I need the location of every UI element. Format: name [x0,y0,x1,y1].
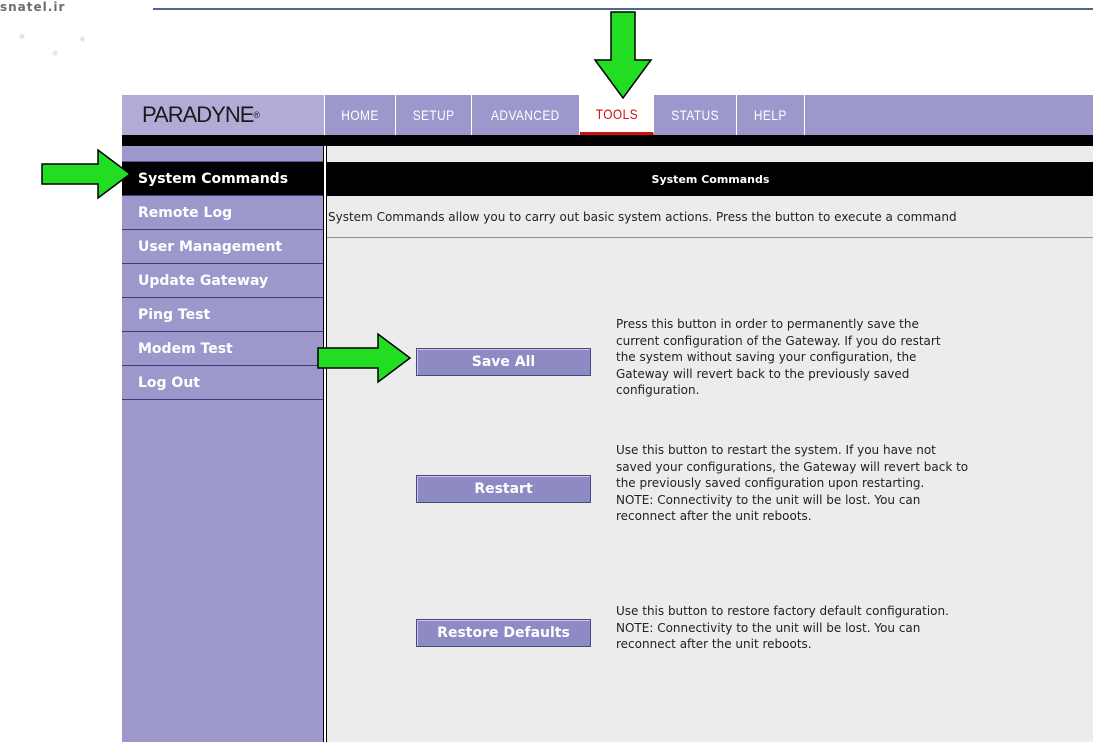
logo-text: PARADYNE [142,102,254,127]
sidebar-item-remote-log[interactable]: Remote Log [122,196,323,230]
restart-description: Use this button to restart the system. I… [616,442,1056,525]
sidebar-spacer [122,146,323,162]
restore-defaults-label: Restore Defaults [437,625,570,641]
top-nav: HOME SETUP ADVANCED TOOLS STATUS HELP [325,95,805,135]
sidebar-item-label: Log Out [138,374,200,391]
nav-advanced[interactable]: ADVANCED [472,95,580,135]
right-arrow-icon [317,332,412,384]
description-line: NOTE: Connectivity to the unit will be l… [616,492,921,507]
page-title: System Commands [327,162,1093,196]
watermark-pattern [0,20,110,75]
description-line: current configuration of the Gateway. If… [616,333,941,348]
nav-setup-label: SETUP [412,107,455,123]
header-divider-bar [122,135,1093,146]
save-all-label: Save All [471,354,536,370]
nav-setup[interactable]: SETUP [396,95,472,135]
sidebar-item-modem-test[interactable]: Modem Test [122,332,323,366]
sidebar-item-user-management[interactable]: User Management [122,230,323,264]
nav-help[interactable]: HELP [737,95,805,135]
nav-home-label: HOME [341,107,379,123]
restart-button[interactable]: Restart [416,475,591,503]
description-line: configuration. [616,383,700,397]
nav-status-label: STATUS [671,107,719,123]
watermark-text: snatel.ir [0,0,66,14]
nav-filler [805,95,1093,135]
description-line: NOTE: Connectivity to the unit will be l… [616,620,921,635]
sidebar-item-ping-test[interactable]: Ping Test [122,298,323,332]
nav-tools[interactable]: TOOLS [580,95,654,135]
description-line: reconnect after the unit reboots. [616,509,812,523]
header: PARADYNE ® HOME SETUP ADVANCED TOOLS STAT… [122,95,1093,135]
down-arrow-icon [593,11,653,100]
description-line: Gateway will revert back to the previous… [616,366,910,381]
description-line: Use this button to restore factory defau… [616,604,949,618]
sidebar-item-label: System Commands [138,170,289,187]
description-line: the system without saving your configura… [616,350,917,364]
save-all-description: Press this button in order to permanentl… [616,316,1056,399]
nav-status[interactable]: STATUS [654,95,737,135]
paradyne-logo: PARADYNE ® [122,95,325,135]
description-line: reconnect after the unit reboots. [616,637,812,651]
nav-advanced-label: ADVANCED [491,107,560,123]
description-line: saved your configurations, the Gateway w… [616,459,969,474]
sidebar: System Commands Remote Log User Manageme… [122,146,324,742]
main-panel: System Commands System Commands allow yo… [326,146,1093,742]
sidebar-item-label: Update Gateway [138,272,269,289]
save-all-button[interactable]: Save All [416,348,591,376]
restore-defaults-button[interactable]: Restore Defaults [416,619,591,647]
sidebar-item-system-commands[interactable]: System Commands [122,162,323,196]
nav-home[interactable]: HOME [325,95,396,135]
nav-tools-label: TOOLS [595,105,638,122]
logo-mark: ® [253,110,260,120]
intro-text: System Commands allow you to carry out b… [327,196,1093,238]
sidebar-item-update-gateway[interactable]: Update Gateway [122,264,323,298]
sidebar-item-label: Remote Log [138,204,233,221]
description-line: Press this button in order to permanentl… [616,317,919,331]
sidebar-item-label: Ping Test [138,306,211,323]
right-arrow-icon [41,148,132,200]
nav-help-label: HELP [754,107,787,123]
sidebar-item-label: Modem Test [138,340,233,357]
sidebar-item-log-out[interactable]: Log Out [122,366,323,400]
description-line: the previously saved configuration upon … [616,476,925,490]
restart-label: Restart [474,481,533,497]
restore-defaults-description: Use this button to restore factory defau… [616,603,1056,653]
description-line: Use this button to restart the system. I… [616,443,936,457]
sidebar-item-label: User Management [138,238,283,255]
